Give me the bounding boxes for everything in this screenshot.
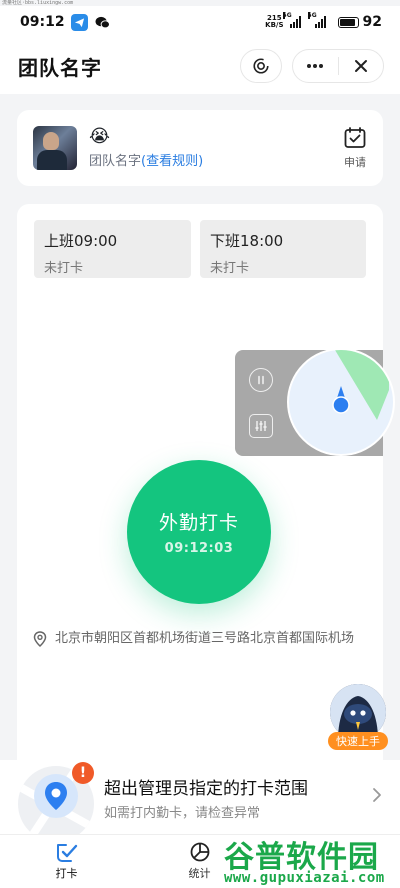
punch-card: 上班09:00 未打卡 下班18:00 未打卡 外勤打卡 09:12:03 北京… [17, 204, 395, 760]
shift-status: 未打卡 [44, 261, 84, 276]
close-button[interactable] [339, 50, 384, 82]
header-actions [240, 49, 384, 83]
close-icon [354, 60, 367, 72]
signal-icon: 5G [307, 12, 326, 28]
battery-level: 92 [362, 14, 382, 30]
tab-punch[interactable]: 打卡 [0, 835, 133, 888]
location-map[interactable] [287, 348, 395, 456]
alert-subtitle: 如需打内勤卡，请检查异常 [104, 805, 261, 821]
chevron-right-icon [372, 787, 382, 807]
map-graphic [332, 350, 389, 420]
site-watermark: 谷普软件园 www.gupuxiazai.com [224, 830, 400, 888]
alert-title: 超出管理员指定的打卡范围 [104, 778, 308, 799]
apply-label: 申请 [344, 156, 366, 169]
pause-button[interactable] [249, 368, 273, 392]
punch-button[interactable]: 外勤打卡 09:12:03 [127, 460, 271, 604]
status-time: 09:12 [20, 14, 65, 30]
telegram-icon [70, 13, 88, 31]
calendar-check-icon [344, 127, 366, 148]
shift-end[interactable]: 下班18:00 未打卡 [200, 220, 366, 278]
view-rules-link[interactable]: (查看规则) [141, 154, 203, 169]
wechat-icon [93, 13, 111, 31]
battery-fill [339, 18, 356, 26]
alert-text: 超出管理员指定的打卡范围 如需打内勤卡，请检查异常 [104, 774, 308, 821]
shift-title: 下班18:00 [210, 232, 284, 250]
current-location: 北京市朝阳区首都机场街道三号路北京首都国际机场 [33, 628, 369, 649]
avatar[interactable] [33, 126, 77, 170]
more-icon [307, 64, 324, 68]
team-subtitle: 团队名字(查看规则) [89, 150, 203, 169]
page-title: 团队名字 [18, 55, 102, 80]
capsule-menu [292, 49, 384, 83]
status-indicators: 215 KB/S 5G 5G 92 [265, 12, 382, 30]
target-button[interactable] [240, 49, 282, 83]
pie-chart-icon [190, 842, 209, 862]
tab-label: 统计 [188, 867, 211, 880]
punch-check-icon [56, 844, 77, 862]
battery-indicator: 92 [337, 14, 382, 30]
team-emoji: 😭 [89, 126, 111, 147]
battery-icon [337, 16, 359, 28]
status-bar: 09:12 215 KB/S 5G 5G 92 [0, 6, 400, 38]
tab-label: 打卡 [55, 867, 78, 880]
quick-start-label: 快速上手 [328, 732, 388, 750]
punch-time: 09:12:03 [164, 541, 234, 556]
net-speed-unit: KB/S [265, 21, 284, 29]
punch-title: 外勤打卡 [158, 512, 239, 534]
team-info: 😭 团队名字(查看规则) [89, 126, 203, 170]
signal-tag: 5G [307, 12, 317, 19]
location-pin-icon [33, 631, 47, 647]
team-name: 团队名字 [89, 154, 142, 169]
watermark-url: www.gupuxiazai.com [224, 870, 385, 886]
signal-icon: 5G [282, 12, 301, 28]
location-address: 北京市朝阳区首都机场街道三号路北京首都国际机场 [55, 631, 355, 646]
shift-status: 未打卡 [210, 261, 250, 276]
apply-button[interactable]: 申请 [343, 126, 367, 170]
direction-arrow-icon [337, 386, 345, 398]
location-dot-icon [332, 396, 350, 414]
more-button[interactable] [293, 50, 338, 82]
warning-badge: ! [72, 762, 94, 784]
shift-title: 上班09:00 [44, 232, 118, 250]
app-header: 团队名字 [0, 38, 400, 94]
sliders-icon [255, 421, 267, 431]
signal-tag: 5G [282, 12, 292, 19]
pause-icon [258, 375, 264, 385]
team-card: 😭 团队名字(查看规则) 申请 [17, 110, 383, 186]
quick-start-button[interactable]: 快速上手 [328, 684, 388, 750]
out-of-range-alert[interactable]: 超出管理员指定的打卡范围 如需打内勤卡，请检查异常 [0, 760, 400, 842]
net-speed: 215 KB/S [265, 15, 283, 29]
shift-start[interactable]: 上班09:00 未打卡 [34, 220, 191, 278]
settings-button[interactable] [249, 414, 273, 438]
target-icon [253, 58, 269, 74]
